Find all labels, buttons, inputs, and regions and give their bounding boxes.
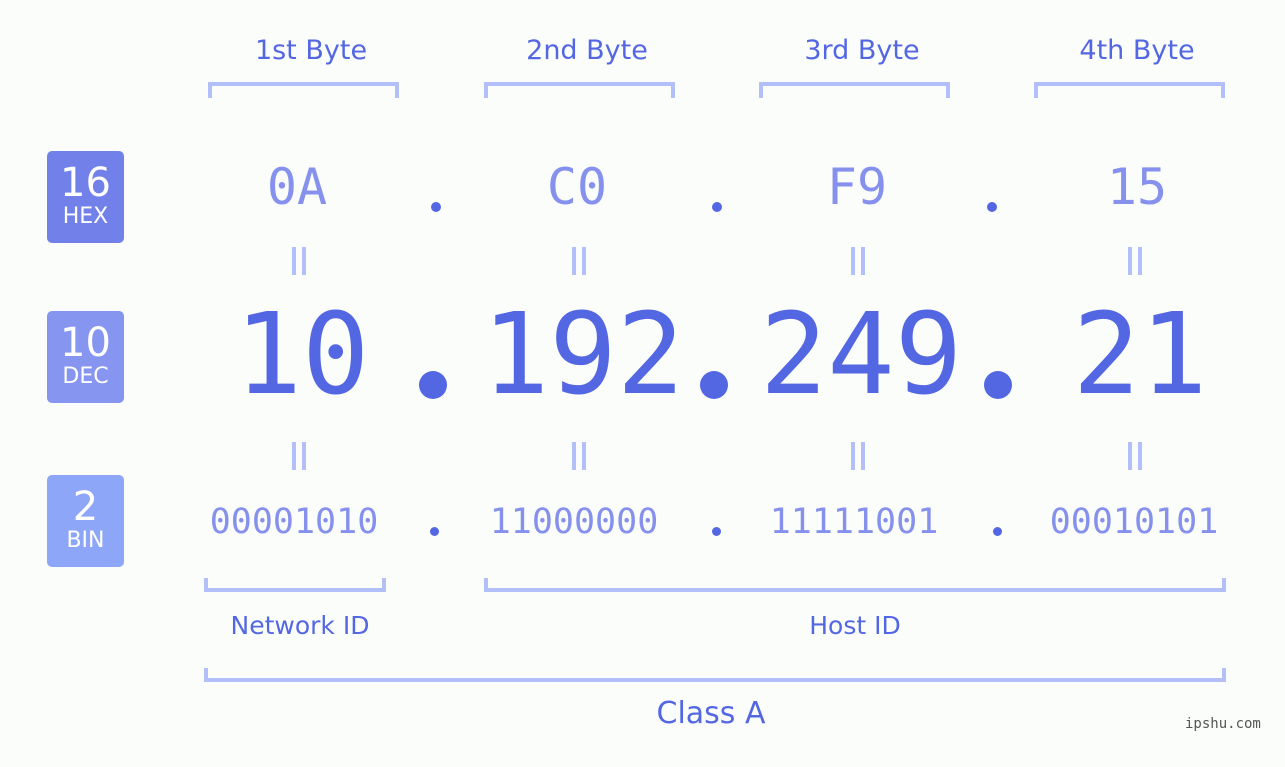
bin-byte-4: 00010101 [1049, 502, 1219, 542]
dec-byte-4: 21 [1072, 290, 1208, 420]
dec-badge-base: 10 [60, 320, 111, 366]
byte-header-1: 1st Byte [254, 35, 368, 66]
equals-icon [572, 247, 588, 275]
bin-byte-1: 00001010 [209, 502, 379, 542]
equals-icon [292, 247, 308, 275]
host-id-label: Host ID [809, 611, 901, 640]
class-bracket [204, 668, 1226, 682]
byte-header-2: 2nd Byte [526, 35, 648, 66]
equals-icon [1128, 442, 1144, 470]
bin-separator-dot [712, 527, 721, 536]
dec-byte-1: 10 [234, 290, 370, 420]
bin-byte-2: 11000000 [489, 502, 659, 542]
network-id-bracket [204, 578, 386, 592]
dec-byte-3: 249 [759, 290, 963, 420]
hex-separator-dot [431, 202, 441, 212]
hex-byte-4: 15 [1106, 158, 1168, 216]
equals-icon [851, 442, 867, 470]
dec-separator-dot [984, 371, 1012, 399]
hex-byte-1: 0A [266, 158, 328, 216]
byte-header-4: 4th Byte [1079, 35, 1195, 66]
dec-badge: 10 DEC [47, 311, 124, 403]
hex-badge-base: 16 [60, 160, 111, 206]
bin-badge-label: BIN [66, 528, 105, 553]
dec-badge-label: DEC [62, 364, 109, 389]
hex-separator-dot [987, 202, 997, 212]
equals-icon [292, 442, 308, 470]
equals-icon [572, 442, 588, 470]
bin-badge-base: 2 [72, 484, 99, 530]
bin-byte-3: 11111001 [769, 502, 939, 542]
byte-bracket-4 [1034, 82, 1225, 98]
byte-header-3: 3rd Byte [804, 35, 920, 66]
hex-byte-3: F9 [826, 158, 888, 216]
hex-separator-dot [712, 202, 722, 212]
host-id-bracket [484, 578, 1226, 592]
watermark: ipshu.com [1185, 716, 1261, 732]
hex-badge-label: HEX [62, 204, 109, 229]
dec-byte-2: 192 [481, 290, 685, 420]
hex-byte-2: C0 [546, 158, 608, 216]
dec-separator-dot [700, 371, 728, 399]
byte-bracket-1 [208, 82, 399, 98]
byte-bracket-2 [484, 82, 675, 98]
hex-badge: 16 HEX [47, 151, 124, 243]
byte-bracket-3 [759, 82, 950, 98]
class-label: Class A [656, 696, 766, 731]
equals-icon [1128, 247, 1144, 275]
network-id-label: Network ID [230, 611, 370, 640]
bin-separator-dot [430, 527, 439, 536]
bin-badge: 2 BIN [47, 475, 124, 567]
dec-separator-dot [419, 371, 447, 399]
bin-separator-dot [993, 527, 1002, 536]
equals-icon [851, 247, 867, 275]
